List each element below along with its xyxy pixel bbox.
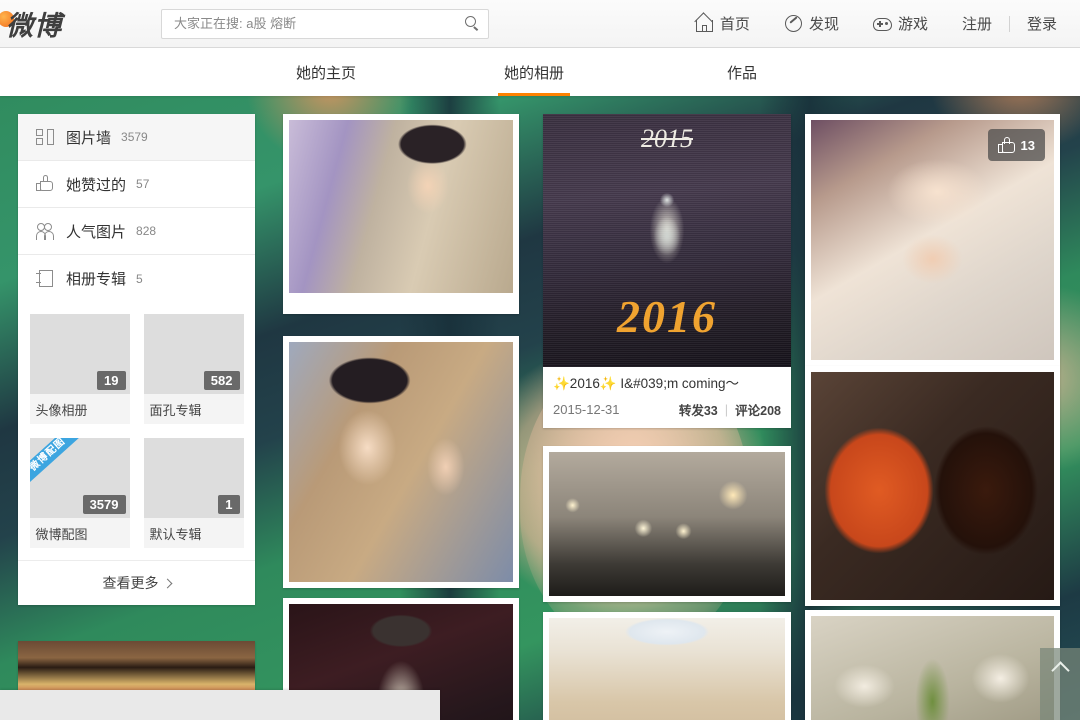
photo-image [289,120,513,293]
album-name: 微博配图 [29,518,130,548]
photo-image: 13 [811,120,1054,360]
album-tile[interactable]: 1 默认专辑 [143,438,244,548]
album-count-badge: 19 [97,371,126,390]
view-more-link[interactable]: 查看更多 [18,560,255,605]
photo-card[interactable] [543,612,791,720]
search-icon[interactable] [465,16,480,31]
photo-meta: ✨2016✨ I&#039;m coming〜 2015-12-31 转发33 … [543,367,791,428]
sidebar-item-albums[interactable]: 相册专辑 5 [18,255,255,302]
login-button[interactable]: 登录 [1010,0,1074,48]
photo-card[interactable] [543,446,791,602]
photo-image [289,342,513,582]
gallery-content: 图片墙 3579 她赞过的 57 人气图片 828 相册专辑 5 19 头像相册 [0,96,1080,720]
sidebar-item-liked-label: 她赞过的 [66,176,127,194]
album-thumbnail: 582 [143,314,244,394]
photo-wall-icon [36,128,56,146]
album-thumbnail: 微博配图 3579 [29,438,130,518]
photo-year-2015-text: 2015 [641,124,693,153]
photo-repost-count[interactable]: 转发33 [679,400,718,419]
sidebar-item-popular-count: 828 [136,224,157,238]
photo-date: 2015-12-31 [553,402,620,417]
back-to-top-button[interactable] [1040,648,1080,720]
bottom-panel [0,690,440,720]
tab-her-homepage[interactable]: 她的主页 [255,48,397,96]
album-icon [36,269,56,288]
nav-item-discover[interactable]: 发现 [767,0,856,48]
album-count-badge: 3579 [82,495,126,514]
top-navigation-bar: 微博 首页 发现 游戏 注册 登录 [0,0,1080,48]
album-tile[interactable]: 582 面孔专辑 [143,314,244,424]
register-label: 注册 [961,16,992,33]
like-count: 13 [1020,137,1035,153]
album-name: 默认专辑 [143,518,244,548]
compass-icon [784,14,803,33]
sidebar-panel: 图片墙 3579 她赞过的 57 人气图片 828 相册专辑 5 19 头像相册 [18,114,255,605]
photo-card[interactable] [805,366,1060,606]
tab-list: 她的主页 她的相册 作品 [255,48,813,96]
thumbs-up-icon [36,175,56,193]
stats-divider: | [724,402,729,417]
photo-card[interactable] [283,336,519,588]
photo-stats-row: 2015-12-31 转发33 | 评论208 [553,400,781,419]
login-label: 登录 [1026,16,1057,33]
nav-item-discover-label: 发现 [808,16,839,33]
album-grid: 19 头像相册 582 面孔专辑 微博配图 3579 微博配图 1 默认专辑 [18,302,255,548]
photo-card-with-caption[interactable]: 2015 2016 ✨2016✨ I&#039;m coming〜 2015-1… [543,114,791,428]
photo-card[interactable]: 13 [805,114,1060,366]
sidebar-item-popular[interactable]: 人气图片 828 [18,208,255,255]
photo-image [811,616,1054,720]
album-name: 面孔专辑 [143,394,244,424]
arrow-up-icon [1050,661,1070,680]
photo-image [549,452,785,596]
nav-right-group: 首页 发现 游戏 注册 登录 [678,0,1080,48]
tab-works-label: 作品 [726,64,757,82]
home-icon [694,12,714,33]
weibo-logo[interactable]: 微博 [0,0,62,48]
search-box[interactable] [161,8,489,39]
profile-tab-bar: 她的主页 她的相册 作品 [0,48,1080,96]
nav-item-home-label: 首页 [719,16,750,33]
tab-works[interactable]: 作品 [671,48,813,96]
logo-text: 微博 [6,11,62,41]
photo-comment-count[interactable]: 评论208 [735,400,781,419]
nav-item-game-label: 游戏 [897,16,928,33]
photo-caption: ✨2016✨ I&#039;m coming〜 [553,376,739,391]
chevron-right-icon [162,578,172,588]
sidebar-item-albums-label: 相册专辑 [66,271,127,288]
photo-card[interactable] [283,114,519,314]
photo-image [549,618,785,720]
album-thumbnail: 1 [143,438,244,518]
album-count-badge: 582 [203,371,240,390]
photo-image: 2015 2016 [543,114,791,367]
sidebar-item-liked-count: 57 [136,177,150,191]
album-ribbon: 微博配图 [29,438,83,488]
tab-her-album[interactable]: 她的相册 [463,48,605,96]
game-icon [872,14,892,33]
album-name: 头像相册 [29,394,130,424]
photo-image [811,372,1054,600]
sidebar-item-photo-wall[interactable]: 图片墙 3579 [18,114,255,161]
photo-card[interactable] [805,610,1060,720]
sidebar-item-liked[interactable]: 她赞过的 57 [18,161,255,208]
sidebar-item-albums-count: 5 [136,271,143,286]
album-tile[interactable]: 19 头像相册 [29,314,130,424]
search-input[interactable] [174,16,465,31]
album-count-badge: 1 [218,495,240,514]
tab-her-album-label: 她的相册 [503,64,564,82]
thumbs-up-icon [997,136,1015,153]
sidebar-item-photo-wall-label: 图片墙 [66,129,112,147]
people-icon [36,222,56,240]
tab-her-homepage-label: 她的主页 [295,64,356,82]
nav-item-game[interactable]: 游戏 [856,0,945,48]
sidebar-item-popular-label: 人气图片 [66,223,127,241]
album-tile[interactable]: 微博配图 3579 微博配图 [29,438,130,548]
album-thumbnail: 19 [29,314,130,394]
view-more-label: 查看更多 [102,575,159,591]
photo-year-2016-text: 2016 [617,291,717,342]
photo-figure [607,188,727,288]
nav-item-home[interactable]: 首页 [678,0,767,48]
sidebar-item-photo-wall-count: 3579 [121,130,148,144]
like-badge[interactable]: 13 [987,129,1045,161]
register-button[interactable]: 注册 [945,0,1009,48]
